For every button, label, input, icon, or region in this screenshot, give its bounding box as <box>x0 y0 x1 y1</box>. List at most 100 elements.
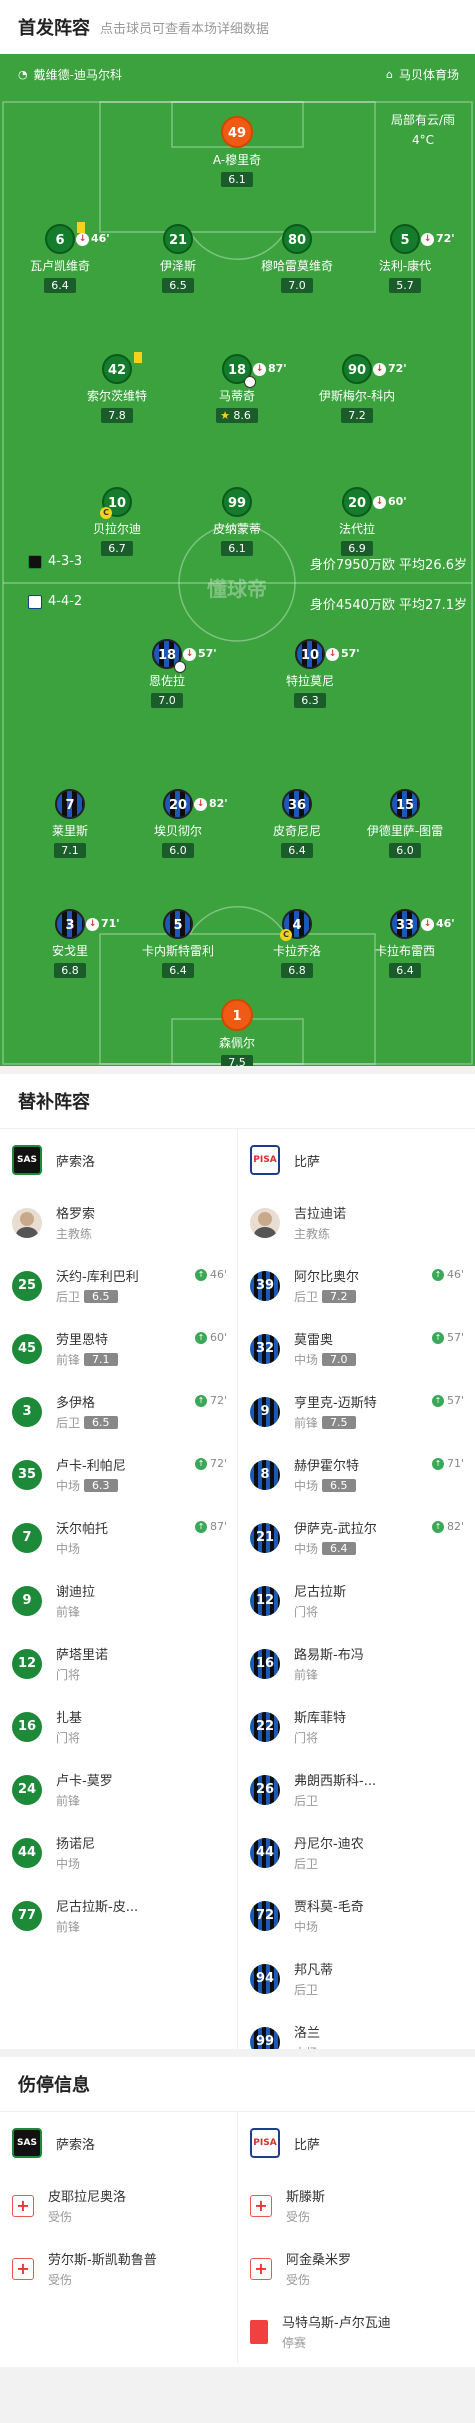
away-formation: 4-4-2 <box>28 594 82 609</box>
sub-player-row[interactable]: 16 扎基 门将 <box>0 1695 237 1758</box>
player-home-7[interactable]: 90 ↓ 72' 伊斯梅尔-科内 7.2 <box>292 354 422 423</box>
sub-out-marker: ↓ 57' <box>326 639 360 669</box>
player-home-10[interactable]: 20 ↓ 60' 法代拉 6.9 <box>292 487 422 556</box>
coach-row-home[interactable]: 格罗索 主教练 <box>0 1191 237 1254</box>
team-name: 比萨 <box>294 1154 321 1170</box>
sub-player-position: 中场 <box>294 1542 319 1556</box>
sub-player-info: 多伊格 后卫 6.5 <box>56 1392 118 1431</box>
sub-player-name: 弗朗西斯科-... <box>294 1774 377 1789</box>
sub-player-row[interactable]: 8 赫伊霍尔特 中场 6.5 ↑ 71' <box>238 1443 474 1506</box>
stadium-header: ⌂ 马贝体育场 <box>386 66 459 83</box>
player-away-10[interactable]: 1 森佩尔 7.5 <box>172 999 302 1066</box>
player-home-0[interactable]: 49 A-穆里奇 6.1 <box>172 116 302 187</box>
player-away-1[interactable]: 10 ↓ 57' 特拉莫尼 6.3 <box>245 639 375 708</box>
captain-icon: C <box>100 507 112 519</box>
player-away-0[interactable]: 18 ↓ 57' 恩佐拉 7.0 <box>102 639 232 708</box>
sub-player-row[interactable]: 3 多伊格 后卫 6.5 ↑ 72' <box>0 1380 237 1443</box>
player-rating: 6.9 <box>341 541 373 556</box>
sub-player-row[interactable]: 9 亨里克-迈斯特 前锋 7.5 ↑ 57' <box>238 1380 474 1443</box>
sub-out-icon: ↓ <box>326 647 339 661</box>
sub-player-name: 洛兰 <box>294 2026 321 2041</box>
sub-player-row[interactable]: 7 沃尔帕托 中场 ↑ 87' <box>0 1506 237 1569</box>
watermark: 懂球帝 <box>207 577 267 601</box>
sub-player-row[interactable]: 72 贾科莫-毛奇 中场 <box>238 1884 474 1947</box>
player-home-5[interactable]: 42 索尔茨维特 7.8 <box>52 352 182 423</box>
player-number-badge: 5 <box>163 909 193 939</box>
sub-player-row[interactable]: 21 伊萨克-武拉尔 中场 6.4 ↑ 82' <box>238 1506 474 1569</box>
sub-player-row[interactable]: 12 尼古拉斯 门将 <box>238 1569 474 1632</box>
team-row-home[interactable]: SAS 萨索洛 <box>0 1129 237 1191</box>
team-row-away[interactable]: PISA 比萨 <box>238 1129 474 1191</box>
sub-player-row[interactable]: 26 弗朗西斯科-... 后卫 <box>238 1758 474 1821</box>
injury-status: 受伤 <box>48 2210 73 2224</box>
weather-text: 局部有云/雨 <box>390 113 455 127</box>
injury-row[interactable]: 马特乌斯-卢尔瓦迪 停赛 <box>238 2300 474 2363</box>
sub-player-name: 阿尔比奥尔 <box>294 1270 360 1285</box>
sub-player-meta: 中场 6.4 <box>294 1540 377 1557</box>
coach-row-away[interactable]: 吉拉迪诺 主教练 <box>238 1191 474 1254</box>
sub-player-name: 斯库菲特 <box>294 1711 347 1726</box>
sub-player-meta: 门将 <box>56 1666 108 1683</box>
lineup-header: 首发阵容 点击球员可查看本场详细数据 <box>0 0 475 54</box>
player-away-3[interactable]: 20 ↓ 82' 埃贝彻尔 6.0 <box>113 789 243 858</box>
player-rating: 6.7 <box>101 541 133 556</box>
sub-player-meta: 前锋 7.1 <box>56 1351 118 1368</box>
player-home-4[interactable]: 5 ↓ 72' 法利-康代 5.7 <box>340 224 470 293</box>
player-home-8[interactable]: 10 C 贝拉尔迪 6.7 <box>52 487 182 556</box>
player-number-badge: 4C <box>280 909 312 941</box>
player-home-1[interactable]: 6 ↓ 46' 瓦卢凯维奇 6.4 <box>0 222 125 293</box>
sub-player-name: 萨塔里诺 <box>56 1648 109 1663</box>
sub-player-meta: 后卫 <box>294 1981 333 1998</box>
injury-row[interactable]: + 阿金桑米罗 受伤 <box>238 2237 474 2300</box>
player-home-9[interactable]: 99 皮纳蒙蒂 6.1 <box>172 487 302 556</box>
sub-out-minute: 82' <box>209 797 228 810</box>
sub-out-marker: ↓ 60' <box>373 487 407 517</box>
sub-player-row[interactable]: 25 沃约-库利巴利 后卫 6.5 ↑ 46' <box>0 1254 237 1317</box>
sub-out-marker: ↓ 72' <box>421 224 455 254</box>
player-home-2[interactable]: 21 伊泽斯 6.5 <box>113 224 243 293</box>
sub-player-row[interactable]: 22 斯库菲特 门将 <box>238 1695 474 1758</box>
sub-player-row[interactable]: 44 丹尼尔-迪农 后卫 <box>238 1821 474 1884</box>
sub-player-row[interactable]: 45 劳里恩特 前锋 7.1 ↑ 60' <box>0 1317 237 1380</box>
coach-info: 吉拉迪诺 主教练 <box>294 1203 346 1242</box>
sub-out-icon: ↓ <box>86 917 99 931</box>
sub-player-number: 22 <box>250 1711 280 1742</box>
sub-player-row[interactable]: 39 阿尔比奥尔 后卫 7.2 ↑ 46' <box>238 1254 474 1317</box>
player-number-badge: 80 <box>282 224 312 254</box>
sub-in-icon: ↑ <box>194 1268 207 1281</box>
sub-player-row[interactable]: 77 尼古拉斯-皮... 前锋 <box>0 1884 237 1947</box>
player-home-6[interactable]: 18 ↓ 87' 马蒂奇 ★ 8.6 <box>172 354 302 423</box>
sub-player-row[interactable]: 12 萨塔里诺 门将 <box>0 1632 237 1695</box>
sub-player-rating: 7.1 <box>84 1353 118 1366</box>
sub-player-name: 多伊格 <box>56 1396 96 1411</box>
sub-player-row[interactable]: 9 谢迪拉 前锋 <box>0 1569 237 1632</box>
sub-player-name: 亨里克-迈斯特 <box>294 1396 377 1411</box>
sub-player-row[interactable]: 35 卢卡-利帕尼 中场 6.3 ↑ 72' <box>0 1443 237 1506</box>
yellow-card-icon <box>77 222 85 233</box>
sub-player-rating: 6.5 <box>322 1479 356 1492</box>
player-away-5[interactable]: 15 伊德里萨-图雷 6.0 <box>340 789 470 858</box>
sub-player-rating: 6.3 <box>84 1479 118 1492</box>
injury-row[interactable]: + 劳尔斯-斯凯勒鲁普 受伤 <box>0 2237 237 2300</box>
injury-cross-icon: + <box>12 2257 34 2280</box>
player-name: A-穆里奇 <box>212 153 262 167</box>
sub-player-row[interactable]: 94 邦凡蒂 后卫 <box>238 1947 474 2010</box>
home-team-icon <box>28 554 42 569</box>
sub-player-row[interactable]: 32 莫雷奥 中场 7.0 ↑ 57' <box>238 1317 474 1380</box>
sub-player-row[interactable]: 44 扬诺尼 中场 <box>0 1821 237 1884</box>
player-away-9[interactable]: 33 ↓ 46' 卡拉布雷西 6.4 <box>340 909 470 978</box>
player-name: 马蒂奇 <box>218 389 255 403</box>
team-row-home[interactable]: SAS 萨索洛 <box>0 2112 237 2174</box>
injury-row[interactable]: + 斯滕斯 受伤 <box>238 2174 474 2237</box>
sub-player-row[interactable]: 24 卢卡-莫罗 前锋 <box>0 1758 237 1821</box>
sub-out-icon: ↓ <box>421 232 434 246</box>
sub-player-number: 77 <box>12 1900 42 1931</box>
sub-player-row[interactable]: 16 路易斯-布冯 前锋 <box>238 1632 474 1695</box>
injured-player-name: 阿金桑米罗 <box>286 2253 352 2268</box>
sub-out-marker: ↓ 72' <box>373 354 407 384</box>
injury-row[interactable]: + 皮耶拉尼奥洛 受伤 <box>0 2174 237 2237</box>
team-logo-icon: PISA <box>250 1145 280 1175</box>
team-row-away[interactable]: PISA 比萨 <box>238 2112 474 2174</box>
coach-role: 主教练 <box>294 1227 331 1241</box>
player-away-7[interactable]: 5 卡内斯特雷利 6.4 <box>113 909 243 978</box>
